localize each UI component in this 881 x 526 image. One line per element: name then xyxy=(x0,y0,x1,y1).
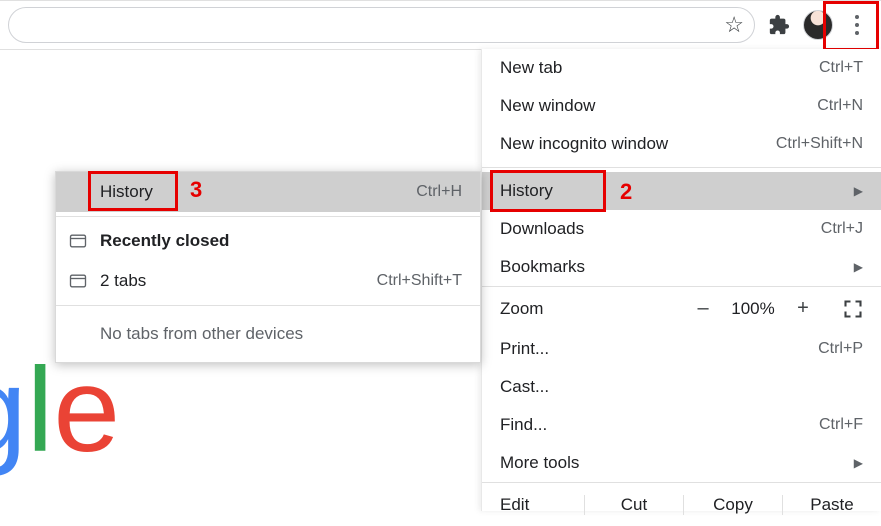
menu-item-downloads[interactable]: Downloads Ctrl+J xyxy=(482,210,881,248)
menu-item-cast[interactable]: Cast... xyxy=(482,368,881,406)
menu-item-label: Find... xyxy=(500,415,819,435)
svg-text:gle: gle xyxy=(0,343,120,477)
menu-item-print[interactable]: Print... Ctrl+P xyxy=(482,330,881,368)
zoom-out-button[interactable]: – xyxy=(683,297,723,320)
menu-button[interactable] xyxy=(841,9,873,41)
menu-item-shortcut: Ctrl+T xyxy=(819,59,863,77)
submenu-separator xyxy=(56,216,480,217)
star-icon[interactable]: ☆ xyxy=(724,12,744,38)
profile-avatar[interactable] xyxy=(803,10,833,40)
menu-item-new-window[interactable]: New window Ctrl+N xyxy=(482,87,881,125)
submenu-item-label: History xyxy=(100,182,416,202)
copy-button[interactable]: Copy xyxy=(683,495,782,515)
chevron-right-icon: ▶ xyxy=(854,184,863,198)
menu-item-new-tab[interactable]: New tab Ctrl+T xyxy=(482,49,881,87)
fullscreen-icon[interactable] xyxy=(843,299,863,319)
menu-item-shortcut: Ctrl+P xyxy=(818,340,863,358)
menu-item-shortcut: Ctrl+Shift+N xyxy=(776,135,863,153)
menu-item-label: History xyxy=(500,181,844,201)
menu-item-label: Downloads xyxy=(500,219,821,239)
menu-item-shortcut: Ctrl+N xyxy=(817,97,863,115)
submenu-item-shortcut: Ctrl+H xyxy=(416,183,462,201)
main-menu: New tab Ctrl+T New window Ctrl+N New inc… xyxy=(481,49,881,511)
chevron-right-icon: ▶ xyxy=(854,260,863,274)
menu-item-label: Bookmarks xyxy=(500,257,844,277)
extensions-icon[interactable] xyxy=(763,9,795,41)
menu-item-shortcut: Ctrl+F xyxy=(819,416,863,434)
menu-item-bookmarks[interactable]: Bookmarks ▶ xyxy=(482,248,881,286)
menu-item-shortcut: Ctrl+J xyxy=(821,220,863,238)
submenu-item-history[interactable]: History Ctrl+H xyxy=(56,172,480,212)
menu-item-label: Print... xyxy=(500,339,818,359)
menu-item-label: More tools xyxy=(500,453,844,473)
two-tabs-shortcut: Ctrl+Shift+T xyxy=(377,272,462,290)
zoom-level: 100% xyxy=(723,299,783,319)
menu-item-new-incognito[interactable]: New incognito window Ctrl+Shift+N xyxy=(482,125,881,163)
no-tabs-message: No tabs from other devices xyxy=(56,310,480,362)
cut-button[interactable]: Cut xyxy=(584,495,683,515)
tab-icon xyxy=(68,271,88,291)
paste-button[interactable]: Paste xyxy=(782,495,881,515)
menu-separator xyxy=(482,167,881,168)
zoom-label: Zoom xyxy=(500,299,683,319)
menu-item-label: Cast... xyxy=(500,377,863,397)
annotation-label-2: 2 xyxy=(620,179,632,205)
submenu-item-two-tabs[interactable]: 2 tabs Ctrl+Shift+T xyxy=(56,261,480,301)
annotation-label-3: 3 xyxy=(190,177,202,203)
tab-icon xyxy=(68,231,88,251)
menu-item-more-tools[interactable]: More tools ▶ xyxy=(482,444,881,482)
more-vert-icon xyxy=(855,15,859,35)
two-tabs-label: 2 tabs xyxy=(100,271,377,291)
menu-item-zoom: Zoom – 100% + xyxy=(482,286,881,330)
submenu-item-recently-closed: Recently closed xyxy=(56,221,480,261)
menu-item-label: New incognito window xyxy=(500,134,776,154)
history-submenu: History Ctrl+H Recently closed 2 tabs Ct… xyxy=(55,171,481,363)
menu-item-label: New tab xyxy=(500,58,819,78)
menu-item-history[interactable]: History ▶ xyxy=(482,172,881,210)
menu-edit-row: Edit Cut Copy Paste xyxy=(482,482,881,526)
recently-closed-label: Recently closed xyxy=(100,231,462,251)
zoom-in-button[interactable]: + xyxy=(783,297,823,320)
omnibox[interactable]: ☆ xyxy=(8,7,755,43)
menu-item-label: New window xyxy=(500,96,817,116)
menu-item-find[interactable]: Find... Ctrl+F xyxy=(482,406,881,444)
chevron-right-icon: ▶ xyxy=(854,456,863,470)
toolbar: ☆ xyxy=(0,1,881,49)
edit-label: Edit xyxy=(482,495,584,515)
submenu-separator xyxy=(56,305,480,306)
